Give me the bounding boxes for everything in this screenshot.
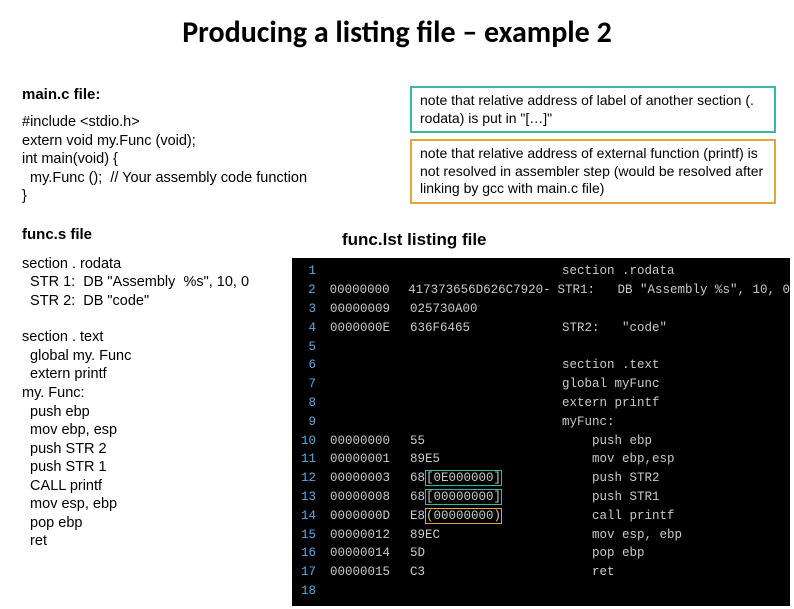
asm-text: myFunc:: [562, 415, 790, 429]
asm-text: section .text: [562, 358, 790, 372]
address: 00000001: [330, 452, 410, 466]
listing-row: 6 section .text: [292, 356, 790, 375]
asm-text: push STR2: [562, 471, 790, 485]
asm-text: STR1: DB "Assembly %s", 10, 0: [557, 283, 790, 297]
address: 00000009: [330, 302, 410, 316]
listing-row: 7 global myFunc: [292, 375, 790, 394]
line-number: 16: [292, 546, 330, 560]
address: 00000014: [330, 546, 410, 560]
line-number: 10: [292, 434, 330, 448]
rodata-ref-box: [00000000]: [425, 489, 502, 505]
address: 00000008: [330, 490, 410, 504]
asm-text: section .rodata: [562, 264, 790, 278]
note-orange: note that relative address of external f…: [410, 139, 776, 204]
address: 00000000: [330, 434, 410, 448]
mainc-label: main.c file:: [22, 86, 397, 103]
hex-bytes: 5D: [410, 546, 562, 560]
rodata-ref-box: [0E000000]: [425, 470, 502, 486]
listing-row: 40000000E636F6465STR2: "code": [292, 318, 790, 337]
listing-row: 120000000368[0E000000] push STR2: [292, 469, 790, 488]
listing-row: 130000000868[00000000] push STR1: [292, 488, 790, 507]
right-column: note that relative address of label of a…: [410, 86, 776, 210]
asm-text: push STR1: [562, 490, 790, 504]
listing-row: 1700000015C3 ret: [292, 563, 790, 582]
address: 0000000E: [330, 321, 410, 335]
funcs-label: func.s file: [22, 226, 397, 243]
asm-text: global myFunc: [562, 377, 790, 391]
page-title: Producing a listing file – example 2: [0, 14, 794, 51]
asm-text: pop ebp: [562, 546, 790, 560]
hex-bytes: 68[00000000]: [410, 489, 562, 505]
listing-row: 5: [292, 337, 790, 356]
asm-text: STR2: "code": [562, 321, 790, 335]
address: 00000015: [330, 565, 410, 579]
note-teal: note that relative address of label of a…: [410, 86, 776, 133]
asm-text: mov ebp,esp: [562, 452, 790, 466]
asm-text: ret: [562, 565, 790, 579]
line-number: 8: [292, 396, 330, 410]
line-number: 13: [292, 490, 330, 504]
line-number: 9: [292, 415, 330, 429]
line-number: 15: [292, 528, 330, 542]
hex-bytes: 417373656D626C7920-: [408, 283, 557, 297]
mainc-code: #include <stdio.h> extern void my.Func (…: [22, 113, 397, 206]
listing-row: 8 extern printf: [292, 394, 790, 413]
listing-label: func.lst listing file: [342, 230, 487, 250]
asm-text: extern printf: [562, 396, 790, 410]
line-number: 12: [292, 471, 330, 485]
line-number: 4: [292, 321, 330, 335]
asm-text: push ebp: [562, 434, 790, 448]
line-number: 14: [292, 509, 330, 523]
address: 0000000D: [330, 509, 410, 523]
terminal-listing: 1section .rodata200000000417373656D626C7…: [292, 258, 790, 606]
hex-bytes: E8(00000000): [410, 508, 562, 524]
address: 00000000: [330, 283, 409, 297]
listing-row: 150000001289EC mov esp, ebp: [292, 525, 790, 544]
listing-row: 16000000145D pop ebp: [292, 544, 790, 563]
hex-bytes: 636F6465: [410, 321, 562, 335]
hex-bytes: 89EC: [410, 528, 562, 542]
listing-row: 110000000189E5 mov ebp,esp: [292, 450, 790, 469]
line-number: 2: [292, 283, 330, 297]
address: 00000012: [330, 528, 410, 542]
line-number: 11: [292, 452, 330, 466]
asm-text: call printf: [562, 509, 790, 523]
listing-row: 200000000417373656D626C7920-STR1: DB "As…: [292, 281, 790, 300]
line-number: 17: [292, 565, 330, 579]
listing-row: 9 myFunc:: [292, 412, 790, 431]
hex-bytes: 55: [410, 434, 562, 448]
line-number: 5: [292, 340, 330, 354]
hex-bytes: 025730A00: [410, 302, 562, 316]
asm-text: mov esp, ebp: [562, 528, 790, 542]
listing-row: 300000009025730A00: [292, 300, 790, 319]
line-number: 1: [292, 264, 330, 278]
line-number: 7: [292, 377, 330, 391]
hex-bytes: C3: [410, 565, 562, 579]
address: 00000003: [330, 471, 410, 485]
line-number: 3: [292, 302, 330, 316]
line-number: 6: [292, 358, 330, 372]
listing-row: 1 section .rodata: [292, 262, 790, 281]
listing-row: 140000000DE8(00000000) call printf: [292, 506, 790, 525]
listing-row: 18: [292, 582, 790, 601]
line-number: 18: [292, 584, 330, 598]
hex-bytes: 89E5: [410, 452, 562, 466]
extern-ref-box: (00000000): [425, 508, 502, 524]
hex-bytes: 68[0E000000]: [410, 470, 562, 486]
listing-row: 100000000055 push ebp: [292, 431, 790, 450]
